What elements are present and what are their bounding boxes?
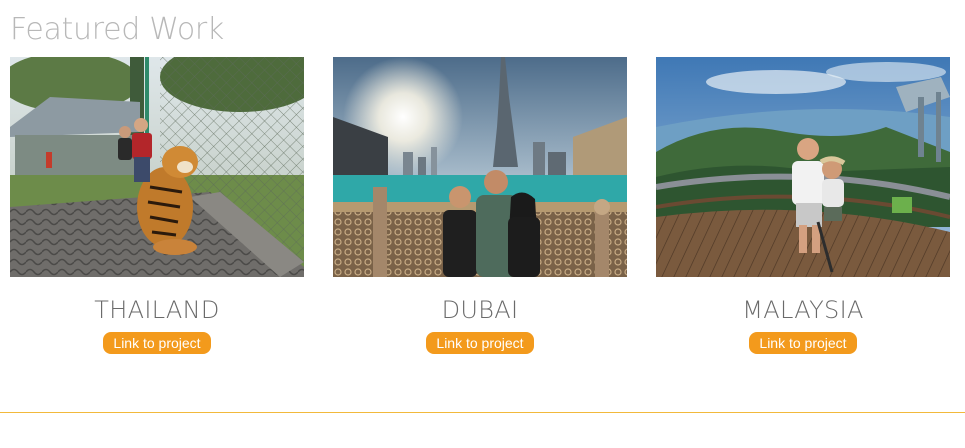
link-to-project-button[interactable]: Link to project xyxy=(426,332,534,354)
project-card-dubai: DUBAI Link to project xyxy=(333,57,627,354)
project-card-malaysia: MALAYSIA Link to project xyxy=(656,57,950,354)
link-to-project-button[interactable]: Link to project xyxy=(749,332,857,354)
link-to-project-button[interactable]: Link to project xyxy=(103,332,211,354)
project-photo-thailand[interactable] xyxy=(10,57,304,277)
project-photo-malaysia[interactable] xyxy=(656,57,950,277)
project-title: MALAYSIA xyxy=(742,296,864,324)
dubai-selfie-photo xyxy=(333,57,627,277)
section-title: Featured Work xyxy=(10,12,225,47)
project-title: DUBAI xyxy=(441,296,519,324)
project-card-thailand: THAILAND Link to project xyxy=(10,57,304,354)
project-title: THAILAND xyxy=(94,296,220,324)
thailand-tiger-photo xyxy=(10,57,304,277)
project-photo-dubai[interactable] xyxy=(333,57,627,277)
malaysia-skybridge-photo xyxy=(656,57,950,277)
section-divider xyxy=(0,412,965,413)
